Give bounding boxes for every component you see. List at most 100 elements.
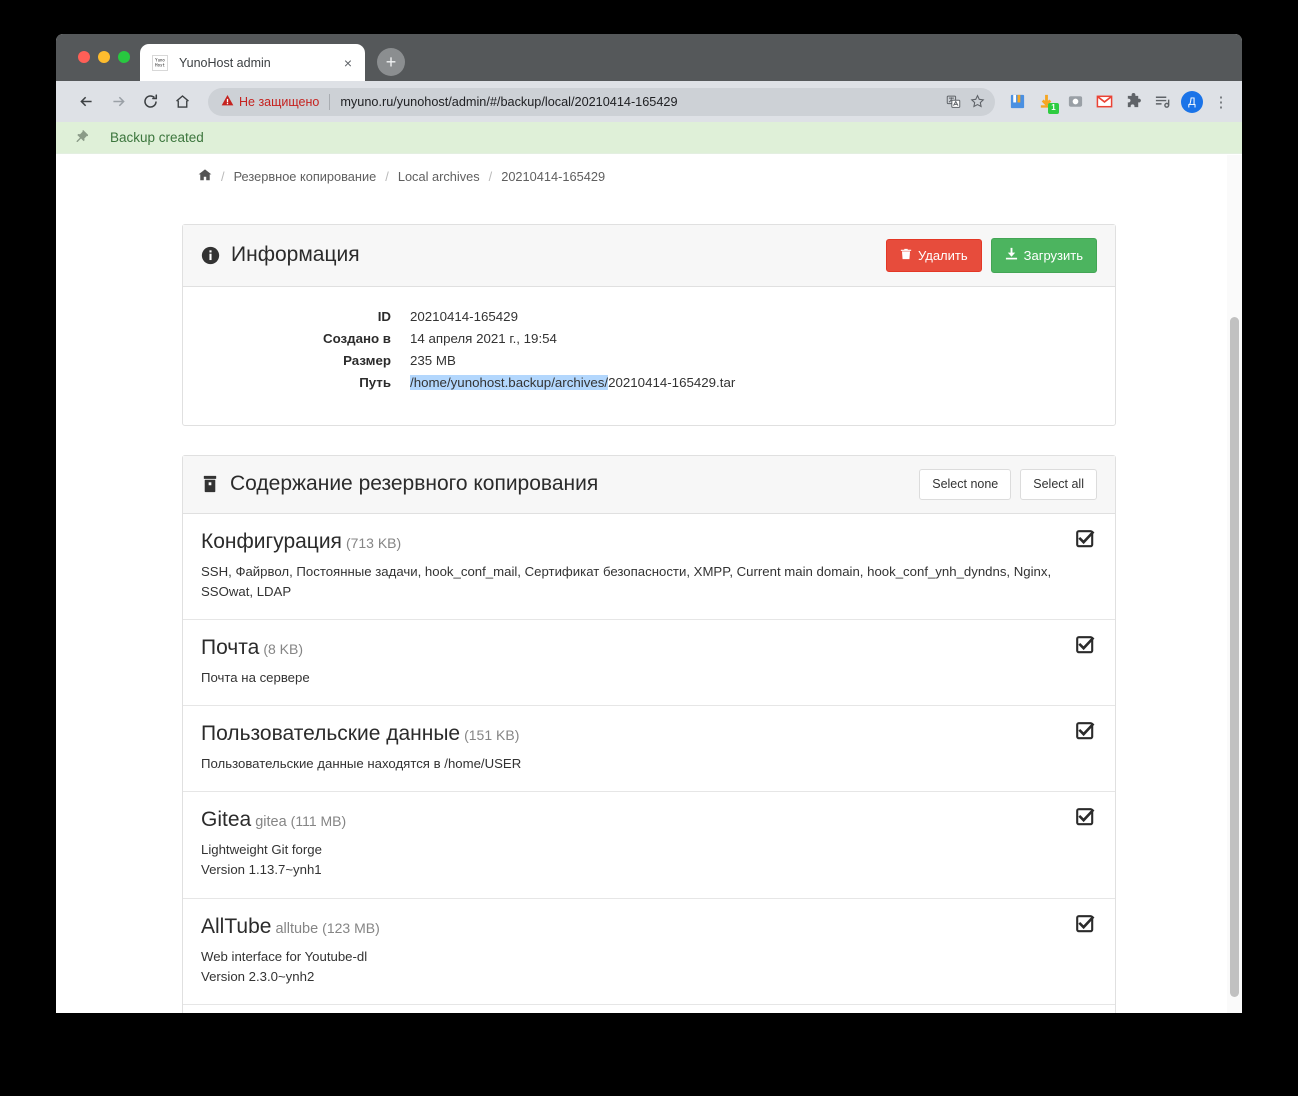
backup-item-name: Конфигурация bbox=[201, 530, 342, 553]
reload-button[interactable] bbox=[134, 86, 166, 118]
backup-item-checkbox[interactable] bbox=[1076, 636, 1095, 655]
delete-button[interactable]: Удалить bbox=[886, 239, 982, 273]
backup-item-id: alltube bbox=[275, 921, 318, 937]
breadcrumb-separator: / bbox=[385, 169, 389, 184]
notification-bar: Backup created bbox=[56, 122, 1242, 154]
backup-contents-header: Содержание резервного копирования Select… bbox=[183, 456, 1115, 514]
backup-item-configuration[interactable]: Конфигурация(713 KB) SSH, Файрвол, Посто… bbox=[183, 514, 1115, 620]
page-scrollbar-thumb[interactable] bbox=[1230, 317, 1239, 997]
browser-tab[interactable]: YunoHost YunoHost admin × bbox=[140, 44, 365, 81]
new-tab-button[interactable]: + bbox=[377, 48, 405, 76]
selection-actions: Select none Select all bbox=[919, 469, 1097, 500]
information-panel-title-group: Информация bbox=[201, 243, 886, 267]
backup-item-checkbox[interactable] bbox=[1076, 915, 1095, 934]
info-row-created: Создано в 14 апреля 2021 г., 19:54 bbox=[201, 331, 1097, 346]
info-label-id: ID bbox=[201, 309, 410, 324]
backup-item-name: Gitea bbox=[201, 808, 251, 831]
browser-window: YunoHost YunoHost admin × + Не защищено … bbox=[56, 34, 1242, 1013]
backup-contents-panel: Содержание резервного копирования Select… bbox=[182, 455, 1116, 1013]
address-bar[interactable]: Не защищено myuno.ru/yunohost/admin/#/ba… bbox=[208, 88, 995, 116]
maximize-window-button[interactable] bbox=[118, 51, 130, 63]
screenshot-ext-icon[interactable] bbox=[1065, 92, 1085, 112]
backup-item-title-group: Почта(8 KB) bbox=[201, 636, 1057, 660]
backup-item-title-group: Конфигурация(713 KB) bbox=[201, 530, 1057, 554]
info-label-path: Путь bbox=[201, 375, 410, 390]
page-viewport: Backup created / Резервное копирование /… bbox=[56, 122, 1242, 1013]
puzzle-ext-icon[interactable] bbox=[1123, 92, 1143, 112]
info-circle-icon bbox=[201, 246, 220, 265]
backup-item-checkbox[interactable] bbox=[1076, 530, 1095, 549]
breadcrumb-item-backup[interactable]: Резервное копирование bbox=[234, 169, 377, 184]
back-button[interactable] bbox=[70, 86, 102, 118]
browser-toolbar: Не защищено myuno.ru/yunohost/admin/#/ba… bbox=[56, 81, 1242, 122]
archive-icon bbox=[201, 475, 219, 493]
backup-item-description: SSH, Файрвол, Постоянные задачи, hook_co… bbox=[201, 562, 1057, 602]
omnibox-divider bbox=[329, 94, 330, 110]
backup-item-title-group: Giteagitea (111 MB) bbox=[201, 808, 1057, 832]
forward-button[interactable] bbox=[102, 86, 134, 118]
trash-icon bbox=[900, 248, 912, 264]
breadcrumb-item-current: 20210414-165429 bbox=[501, 169, 605, 184]
backup-item-size: (713 KB) bbox=[346, 535, 401, 551]
tab-title: YunoHost admin bbox=[179, 56, 339, 70]
select-none-button[interactable]: Select none bbox=[919, 469, 1011, 500]
information-panel-actions: Удалить Загрузить bbox=[886, 238, 1097, 273]
yunohost-favicon: YunoHost bbox=[152, 55, 168, 71]
backup-item-name: Пользовательские данные bbox=[201, 722, 460, 745]
info-value-id: 20210414-165429 bbox=[410, 309, 518, 324]
backup-contents-title: Содержание резервного копирования bbox=[230, 472, 598, 496]
backup-item-description: Lightweight Git forge bbox=[201, 840, 1057, 860]
bookmarks-ext-icon[interactable] bbox=[1007, 92, 1027, 112]
download-button[interactable]: Загрузить bbox=[991, 238, 1097, 273]
breadcrumb-item-local-archives[interactable]: Local archives bbox=[398, 169, 480, 184]
select-all-button[interactable]: Select all bbox=[1020, 469, 1097, 500]
info-label-created: Создано в bbox=[201, 331, 410, 346]
info-row-path: Путь /home/yunohost.backup/archives/2021… bbox=[201, 375, 1097, 390]
profile-avatar[interactable]: Д bbox=[1181, 91, 1203, 113]
backup-item-title-group: AllTubealltube(123 MB) bbox=[201, 915, 1057, 939]
backup-item-size: (8 KB) bbox=[263, 641, 303, 657]
playlist-ext-icon[interactable] bbox=[1152, 92, 1172, 112]
pin-icon[interactable] bbox=[64, 129, 98, 146]
backup-item-name: AllTube bbox=[201, 915, 271, 938]
gmail-ext-icon[interactable] bbox=[1094, 92, 1114, 112]
close-tab-button[interactable]: × bbox=[339, 54, 357, 72]
home-button[interactable] bbox=[166, 86, 198, 118]
breadcrumb-separator: / bbox=[489, 169, 493, 184]
information-panel: Информация Удалить bbox=[182, 224, 1116, 426]
not-secure-label: Не защищено bbox=[239, 95, 319, 109]
backup-item-id: gitea bbox=[255, 814, 286, 830]
path-rest-text: 20210414-165429.tar bbox=[608, 375, 735, 390]
not-secure-warning-icon bbox=[221, 94, 234, 109]
browser-menu-icon[interactable]: ⋮ bbox=[1212, 93, 1230, 111]
backup-item-description: Web interface for Youtube-dl bbox=[201, 947, 1057, 967]
backup-item-mail[interactable]: Почта(8 KB) Почта на сервере bbox=[183, 620, 1115, 706]
info-value-size: 235 MB bbox=[410, 353, 456, 368]
backup-item-size: (151 KB) bbox=[464, 727, 519, 743]
backup-item-userdata[interactable]: Пользовательские данные(151 KB) Пользова… bbox=[183, 706, 1115, 792]
backup-item-checkbox[interactable] bbox=[1076, 808, 1095, 827]
backup-item-size: (111 MB) bbox=[291, 813, 347, 829]
backup-item-version: Version 1.13.7~ynh1 bbox=[201, 860, 1057, 880]
backup-item-gitea[interactable]: Giteagitea (111 MB) Lightweight Git forge… bbox=[183, 792, 1115, 898]
notification-text: Backup created bbox=[110, 130, 204, 145]
close-window-button[interactable] bbox=[78, 51, 90, 63]
translate-icon[interactable] bbox=[943, 92, 963, 112]
window-controls bbox=[78, 51, 130, 63]
backup-item-checkbox[interactable] bbox=[1076, 722, 1095, 741]
home-icon[interactable] bbox=[198, 168, 212, 185]
download-icon bbox=[1005, 247, 1018, 264]
download-count-badge: 1 bbox=[1048, 103, 1059, 114]
page-scrollbar-track[interactable] bbox=[1227, 155, 1242, 1013]
backup-item-alltube[interactable]: AllTubealltube(123 MB) Web interface for… bbox=[183, 899, 1115, 1005]
minimize-window-button[interactable] bbox=[98, 51, 110, 63]
info-value-path: /home/yunohost.backup/archives/20210414-… bbox=[410, 375, 735, 390]
extension-icons: 1 Д ⋮ bbox=[1007, 91, 1230, 113]
path-selected-text: /home/yunohost.backup/archives/ bbox=[410, 375, 608, 390]
info-value-created: 14 апреля 2021 г., 19:54 bbox=[410, 331, 557, 346]
backup-contents-footer: Восстановить bbox=[183, 1005, 1115, 1013]
info-row-id: ID 20210414-165429 bbox=[201, 309, 1097, 324]
information-panel-header: Информация Удалить bbox=[183, 225, 1115, 287]
downloader-ext-icon[interactable]: 1 bbox=[1036, 92, 1056, 112]
bookmark-star-icon[interactable] bbox=[967, 92, 987, 112]
